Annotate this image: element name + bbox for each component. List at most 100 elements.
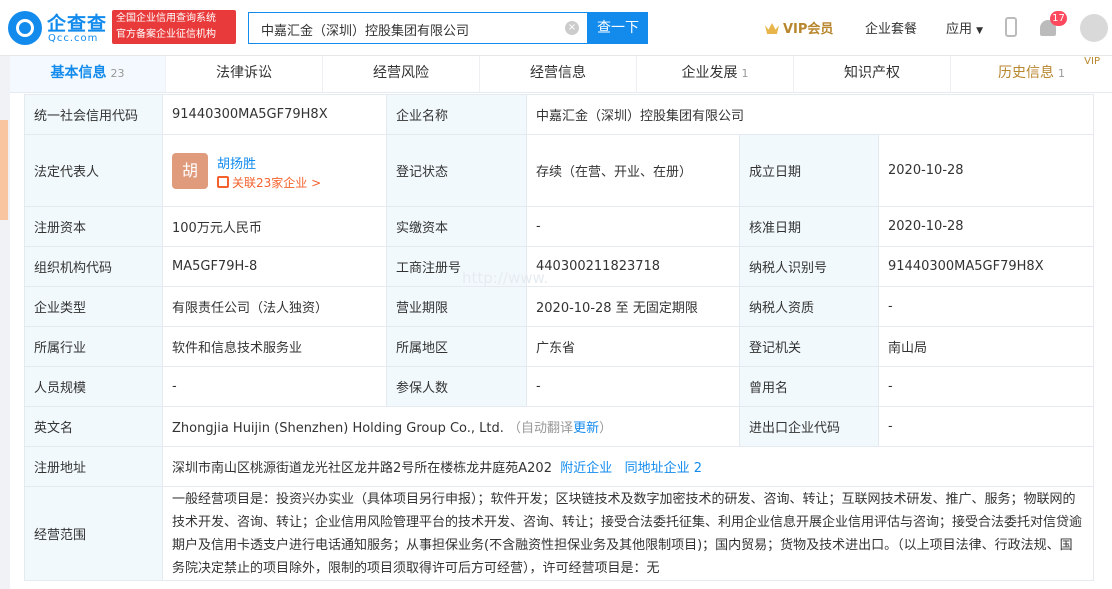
tab-basic-info[interactable]: 基本信息 23 <box>10 56 166 92</box>
tab-label: 基本信息 <box>50 65 107 81</box>
address-cell: 深圳市南山区桃源街道龙光社区龙井路2号所在楼栋龙井庭苑A202 附近企业 同地址… <box>162 446 1094 487</box>
found-date-label: 成立日期 <box>739 134 879 207</box>
approve-date-label: 核准日期 <box>739 206 879 247</box>
legal-rep-name-link[interactable]: 胡扬胜 <box>217 153 256 172</box>
english-name-value: Zhongjia Huijin (Shenzhen) Holding Group… <box>172 421 504 436</box>
legal-rep-cell: 胡 胡扬胜 关联23家企业 > <box>162 134 387 207</box>
tab-count: 1 <box>1058 67 1065 80</box>
address-value: 深圳市南山区桃源街道龙光社区龙井路2号所在楼栋龙井庭苑A202 <box>172 461 552 476</box>
auto-translate-note: （自动翻译 <box>508 421 574 436</box>
tab-count: 23 <box>110 67 125 80</box>
reg-capital-value: 100万元人民币 <box>162 206 387 247</box>
user-avatar[interactable] <box>1080 14 1108 42</box>
table-row: 法定代表人 胡 胡扬胜 关联23家企业 > 登记状态 存续（在营、开业、在册） … <box>24 134 1094 207</box>
mobile-icon[interactable] <box>1005 17 1017 37</box>
nav-enterprise-suite[interactable]: 企业套餐 <box>865 18 917 37</box>
biz-term-value: 2020-10-28 至 无固定期限 <box>526 286 740 327</box>
tab-intellectual-property[interactable]: 知识产权 <box>794 56 951 92</box>
clear-icon[interactable]: × <box>565 21 579 35</box>
section-tabs: 基本信息 23 法律诉讼 经营风险 经营信息 企业发展 1 知识产权 历史信息 1 VI… <box>10 56 1112 93</box>
top-bar: 企查查 Qcc.com 全国企业信用查询系统 官方备案企业征信机构 × 查一下 … <box>0 0 1112 56</box>
paid-capital-value: - <box>526 206 740 247</box>
vip-member-link[interactable]: VIP会员 <box>765 18 833 37</box>
tab-label: 法律诉讼 <box>216 65 272 81</box>
table-row: 人员规模 - 参保人数 - 曾用名 - <box>24 366 1094 407</box>
credit-code-value: 91440300MA5GF79H8X <box>162 94 387 135</box>
address-label: 注册地址 <box>24 446 163 487</box>
tab-label: 企业发展 <box>681 65 738 81</box>
caret-down-icon: ▼ <box>976 26 984 36</box>
company-name-label: 企业名称 <box>386 94 527 135</box>
search-input[interactable] <box>259 18 563 40</box>
relation-icon <box>217 175 229 188</box>
qcc-logo[interactable]: 企查查 Qcc.com <box>8 9 108 47</box>
english-name-label: 英文名 <box>24 406 163 447</box>
table-row: 经营范围 一般经营项目是：投资兴办实业（具体项目另行申报）；软件开发；区块链技术… <box>24 486 1094 581</box>
staff-size-label: 人员规模 <box>24 366 163 407</box>
table-row: 英文名 Zhongjia Huijin (Shenzhen) Holding G… <box>24 406 1094 447</box>
org-code-value: MA5GF79H-8 <box>162 246 387 287</box>
reg-authority-value: 南山局 <box>878 326 1094 367</box>
company-type-value: 有限责任公司（法人独资） <box>162 286 387 327</box>
insured-label: 参保人数 <box>386 366 527 407</box>
region-value: 广东省 <box>526 326 740 367</box>
tab-label: 经营信息 <box>530 65 586 81</box>
vip-label: VIP会员 <box>783 22 834 37</box>
nav-apps[interactable]: 应用 ▼ <box>946 18 983 37</box>
table-row: 企业类型 有限责任公司（法人独资） 营业期限 2020-10-28 至 无固定期… <box>24 286 1094 327</box>
found-date-value: 2020-10-28 <box>878 134 1094 207</box>
notification-count: 17 <box>1050 11 1067 26</box>
tab-business-info[interactable]: 经营信息 <box>480 56 637 92</box>
biz-term-label: 营业期限 <box>386 286 527 327</box>
logo-name: 企查查 <box>47 13 108 35</box>
taxpayer-id-label: 纳税人识别号 <box>739 246 879 287</box>
same-address-link[interactable]: 同地址企业 2 <box>625 461 702 476</box>
related-companies-text: 关联23家企业 > <box>232 175 322 190</box>
table-row: 组织机构代码 MA5GF79H-8 工商注册号 440300211823718 … <box>24 246 1094 287</box>
badge-line-1: 全国企业信用查询系统 <box>116 13 216 24</box>
tab-label: 历史信息 <box>998 65 1054 81</box>
vip-tag: VIP <box>1084 56 1100 67</box>
crown-icon <box>765 23 779 34</box>
english-name-cell: Zhongjia Huijin (Shenzhen) Holding Group… <box>162 406 740 447</box>
credit-code-label: 统一社会信用代码 <box>24 94 163 135</box>
reg-status-label: 登记状态 <box>386 134 527 207</box>
taxpayer-qual-value: - <box>878 286 1094 327</box>
legal-rep-label: 法定代表人 <box>24 134 163 207</box>
legal-rep-avatar[interactable]: 胡 <box>172 152 208 189</box>
scope-label: 经营范围 <box>24 486 163 581</box>
former-name-label: 曾用名 <box>739 366 879 407</box>
approve-date-value: 2020-10-28 <box>878 206 1094 247</box>
tab-business-risk[interactable]: 经营风险 <box>323 56 480 92</box>
table-row: 注册资本 100万元人民币 实缴资本 - 核准日期 2020-10-28 <box>24 206 1094 247</box>
paid-capital-label: 实缴资本 <box>386 206 527 247</box>
update-translation-link[interactable]: 更新 <box>573 421 599 436</box>
basic-info-table: 统一社会信用代码 91440300MA5GF79H8X 企业名称 中嘉汇金（深圳… <box>24 94 1094 581</box>
search-box: × <box>248 12 588 44</box>
import-export-value: - <box>878 406 1094 447</box>
taxpayer-id-value: 91440300MA5GF79H8X <box>878 246 1094 287</box>
biz-reg-no-value: 440300211823718 <box>526 246 740 287</box>
tab-development[interactable]: 企业发展 1 <box>637 56 794 92</box>
org-code-label: 组织机构代码 <box>24 246 163 287</box>
nav-apps-label: 应用 <box>946 22 973 37</box>
search-button[interactable]: 查一下 <box>588 12 648 44</box>
staff-size-value: - <box>162 366 387 407</box>
side-strip <box>0 120 8 220</box>
badge-line-2: 官方备案企业征信机构 <box>116 29 216 40</box>
tab-litigation[interactable]: 法律诉讼 <box>166 56 323 92</box>
region-label: 所属地区 <box>386 326 527 367</box>
company-type-label: 企业类型 <box>24 286 163 327</box>
reg-capital-label: 注册资本 <box>24 206 163 247</box>
related-companies-link[interactable]: 关联23家企业 > <box>217 174 321 191</box>
nearby-companies-link[interactable]: 附近企业 <box>560 461 612 476</box>
insured-value: - <box>526 366 740 407</box>
tab-label: 经营风险 <box>373 65 429 81</box>
reg-status-value: 存续（在营、开业、在册） <box>526 134 740 207</box>
scope-value: 一般经营项目是：投资兴办实业（具体项目另行申报）；软件开发；区块链技术及数字加密… <box>162 486 1094 581</box>
table-row: 统一社会信用代码 91440300MA5GF79H8X 企业名称 中嘉汇金（深圳… <box>24 94 1094 135</box>
logo-mark-icon <box>8 11 42 45</box>
watermark-text: http://www. <box>462 269 549 287</box>
tab-history[interactable]: 历史信息 1 VIP <box>951 56 1112 92</box>
tab-label: 知识产权 <box>844 65 900 81</box>
